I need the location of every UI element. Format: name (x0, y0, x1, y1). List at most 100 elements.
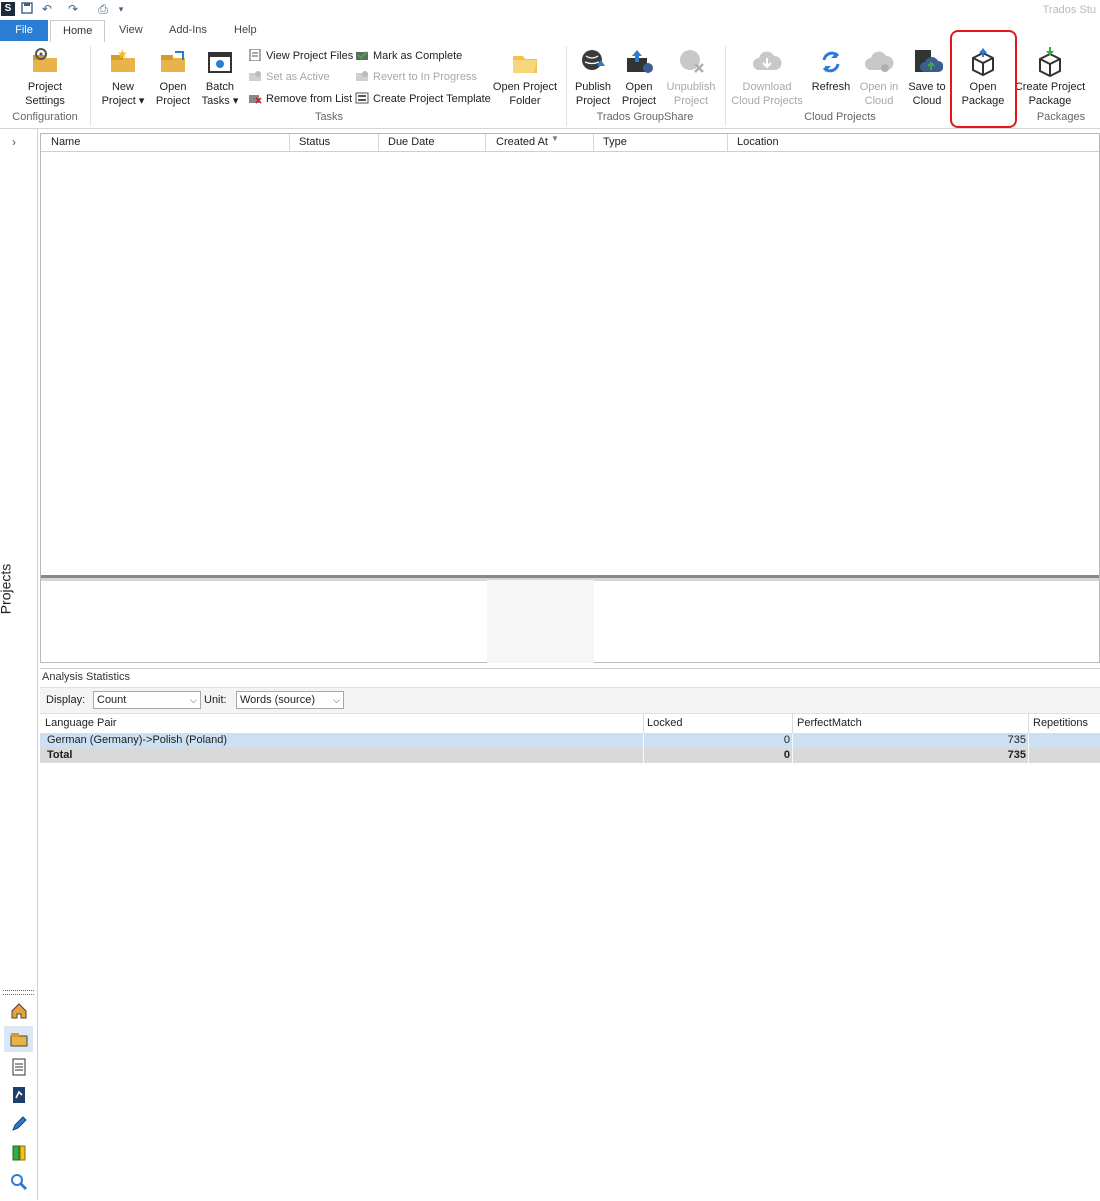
cell-total-locked: 0 (783, 749, 790, 761)
tab-file[interactable]: File (0, 20, 48, 41)
new-project-button[interactable]: ★ New Project ▾ (96, 46, 150, 108)
search-icon[interactable] (4, 1169, 33, 1195)
publish-project-button[interactable]: Publish Project (570, 46, 616, 108)
unit-dropdown[interactable]: Words (source) ⌵ (236, 691, 344, 709)
open-in-cloud-button[interactable]: Open in Cloud (856, 46, 902, 108)
group-label-configuration: Configuration (12, 111, 78, 123)
new-project-icon: ★ (111, 47, 135, 72)
column-separator[interactable] (1028, 713, 1029, 733)
batch-tasks-button[interactable]: Batch Tasks ▾ (198, 46, 242, 108)
stats-header-perfectmatch[interactable]: PerfectMatch (797, 717, 862, 729)
tab-home[interactable]: Home (50, 20, 106, 43)
editor-view-icon[interactable] (4, 1111, 33, 1137)
print-preview-icon[interactable]: ⎙ (96, 2, 110, 16)
display-label: Display: (46, 694, 86, 706)
stats-header-language-pair[interactable]: Language Pair (45, 717, 117, 729)
table-row[interactable]: German (Germany)->Polish (Poland) 0 735 (40, 733, 1100, 748)
open-project-label: Open Project (155, 81, 191, 107)
column-header-location[interactable]: Location (737, 136, 779, 148)
create-project-package-label: Create Project Package (1014, 81, 1086, 107)
publish-project-label: Publish Project (574, 81, 612, 107)
save-to-cloud-icon (915, 50, 943, 72)
save-to-cloud-label: Save to Cloud (908, 81, 946, 107)
open-project-icon (161, 51, 185, 72)
column-separator[interactable] (485, 134, 486, 151)
save-to-cloud-button[interactable]: Save to Cloud (904, 46, 950, 108)
groupshare-open-project-button[interactable]: Open Project (616, 46, 662, 108)
table-row-total[interactable]: Total 0 735 (40, 748, 1100, 763)
home-icon[interactable] (4, 998, 33, 1024)
nav-splitter-grip[interactable] (3, 990, 34, 995)
save-icon[interactable] (20, 2, 34, 16)
grid-empty-column-area (487, 580, 594, 663)
globe-publish-icon (582, 50, 605, 70)
tab-addins[interactable]: Add-Ins (157, 20, 219, 41)
mark-as-complete-button[interactable]: Mark as Complete (355, 49, 462, 63)
analysis-toolbar: Display: Count ⌵ Unit: Words (source) ⌵ (40, 687, 1100, 714)
create-project-template-button[interactable]: Create Project Template (355, 92, 491, 106)
unpublish-project-button[interactable]: Unpublish Project (662, 46, 720, 108)
open-project-folder-button[interactable]: Open Project Folder (490, 46, 560, 108)
cell-separator (792, 748, 793, 763)
cell-total-perfectmatch: 735 (1007, 749, 1026, 761)
open-project-button[interactable]: Open Project (150, 46, 196, 108)
view-project-files-button[interactable]: View Project Files (248, 49, 353, 63)
column-header-created-at[interactable]: Created At (496, 136, 548, 148)
column-separator[interactable] (792, 713, 793, 733)
nav-projects-label: Projects (0, 563, 14, 615)
column-header-due-date[interactable]: Due Date (388, 136, 434, 148)
redo-icon[interactable]: ↷ (66, 2, 80, 16)
reports-view-icon[interactable] (4, 1082, 33, 1108)
create-project-package-button[interactable]: Create Project Package (1012, 46, 1088, 108)
group-separator (90, 46, 91, 126)
cell-separator (1028, 748, 1029, 763)
tab-view[interactable]: View (107, 20, 155, 41)
column-separator[interactable] (289, 134, 290, 151)
revert-to-in-progress-button[interactable]: Revert to In Progress (355, 70, 477, 84)
app-title: Trados Stu (1042, 4, 1096, 16)
title-bar: S ↶ ↷ ⎙ ▾ Trados Stu (0, 0, 1100, 20)
cell-separator (1028, 733, 1029, 748)
customize-qat-icon[interactable]: ▾ (114, 2, 128, 16)
display-dropdown[interactable]: Count ⌵ (93, 691, 201, 709)
download-cloud-projects-label: Download Cloud Projects (731, 81, 803, 107)
column-separator[interactable] (378, 134, 379, 151)
revert-icon (356, 71, 368, 81)
undo-icon[interactable]: ↶ (40, 2, 54, 16)
open-package-highlight (950, 30, 1017, 128)
open-project-folder-label: Open Project Folder (492, 81, 558, 107)
column-separator[interactable] (727, 134, 728, 151)
cell-perfectmatch: 735 (1007, 734, 1026, 746)
group-label-cloud: Cloud Projects (804, 111, 876, 123)
svg-text:★: ★ (117, 47, 128, 61)
new-project-label: New Project ▾ (101, 81, 145, 107)
template-icon (355, 92, 369, 104)
projects-grid[interactable]: Name Status Due Date Created At ▼ Type L… (40, 133, 1100, 663)
analysis-title: Analysis Statistics (42, 671, 131, 683)
nav-expand-chevron-icon[interactable]: › (12, 135, 16, 149)
globe-unpublish-icon (680, 50, 704, 73)
analysis-statistics-panel: Analysis Statistics Display: Count ⌵ Uni… (40, 668, 1100, 1201)
translation-memories-icon[interactable] (4, 1140, 33, 1166)
stats-header-repetitions[interactable]: Repetitions (1033, 717, 1088, 729)
group-label-tasks: Tasks (314, 111, 344, 123)
nav-projects-vertical-tab[interactable]: Projects (0, 549, 36, 629)
project-settings-label: Project Settings (25, 81, 65, 107)
tab-help[interactable]: Help (222, 20, 269, 41)
projects-view-icon[interactable] (4, 1026, 33, 1052)
column-separator[interactable] (593, 134, 594, 151)
group-label-groupshare: Trados GroupShare (596, 111, 694, 123)
download-cloud-projects-button[interactable]: Download Cloud Projects (728, 46, 806, 108)
set-as-active-button[interactable]: Set as Active (248, 70, 330, 84)
column-separator[interactable] (643, 713, 644, 733)
files-view-icon[interactable] (4, 1054, 33, 1080)
stats-header-locked[interactable]: Locked (647, 717, 682, 729)
refresh-button[interactable]: Refresh (808, 46, 854, 94)
column-header-type[interactable]: Type (603, 136, 627, 148)
project-settings-button[interactable]: Project Settings (6, 46, 84, 108)
column-header-status[interactable]: Status (299, 136, 330, 148)
stats-table-header: Language Pair Locked PerfectMatch Repeti… (40, 713, 1100, 734)
remove-from-list-button[interactable]: Remove from List (248, 92, 352, 106)
column-header-name[interactable]: Name (51, 136, 80, 148)
cell-language-pair: German (Germany)->Polish (Poland) (47, 734, 228, 746)
